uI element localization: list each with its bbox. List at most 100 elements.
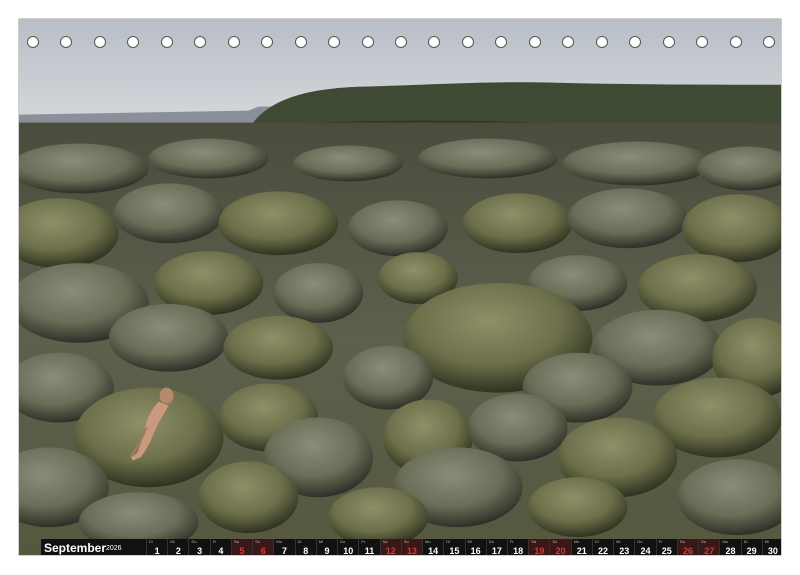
day-number: 9 [324,546,330,556]
day-number: 15 [449,546,460,556]
day-cell: Do 10 [337,539,358,556]
weekday-label: Di [446,539,451,544]
weekday-label: Do [340,539,346,544]
day-number: 7 [282,546,288,556]
binding-hole [528,36,541,48]
binding-hole [194,36,207,48]
day-number: 22 [598,546,609,556]
day-number: 17 [491,546,502,556]
day-cell: So 6 [252,539,274,555]
day-cell: Do 24 [634,539,655,556]
weekday-label: Di [297,539,302,544]
day-cell: Sa 5 [230,539,253,556]
weekday-label: Di [743,539,748,544]
binding-hole [461,36,474,48]
binding-hole [495,36,508,48]
day-cells: Di 1 Mi 2 Do 3 Fr 4 Sa 5 So 6 Mo 7 Di 8 Mi 9 Do 10 Fr 11 Sa 12 S… [146,539,781,556]
day-cell: Mo 14 [422,539,443,556]
day-cell: Do 3 [188,539,209,555]
month-label: September [44,541,107,555]
weekday-label: Mo [722,539,728,544]
day-cell: Mi 9 [315,539,337,556]
binding-hole [629,36,642,48]
weekday-label: Mi [764,539,770,544]
weekday-label: Mi [170,539,175,544]
day-number: 24 [640,546,651,556]
day-number: 28 [725,546,736,556]
binding-hole [160,36,173,48]
weekday-label: Fr [658,539,663,544]
day-cell: Sa 26 [676,539,699,555]
day-number: 12 [385,546,396,556]
weekday-label: Fr [361,539,366,544]
day-cell: Mo 28 [719,539,740,556]
weekday-label: So [701,539,706,544]
day-number: 14 [428,546,439,556]
day-number: 29 [746,546,757,556]
day-cell: Mo 21 [570,539,592,556]
day-cell: Fr 18 [506,539,528,556]
weekday-label: Do [637,539,643,544]
day-cell: Sa 12 [379,539,401,556]
weekday-label: Mi [467,539,472,544]
day-number: 8 [303,546,309,556]
binding-hole [696,36,709,48]
weekday-label: So [403,539,409,544]
binding-hole [361,36,374,48]
binding-hole [27,36,39,48]
binding-holes [19,36,781,50]
weekday-label: Fr [509,539,514,544]
binding-hole [395,36,407,48]
day-cell: Mi 30 [761,539,781,556]
weekday-label: Di [149,539,153,544]
day-number: 30 [767,546,778,556]
weekday-label: Di [594,539,599,544]
binding-hole [562,36,575,48]
year-label: 2026 [106,544,122,552]
binding-hole [93,36,106,48]
binding-hole [261,36,274,48]
day-cell: Sa 19 [528,539,550,555]
day-cell: Mi 16 [464,539,486,556]
day-number: 13 [406,546,417,556]
binding-hole [60,36,73,48]
weekday-label: Mo [425,539,431,544]
binding-hole [595,36,608,48]
binding-hole [763,36,775,48]
binding-hole [328,36,341,48]
day-cell: Do 17 [485,539,507,556]
day-number: 4 [218,546,224,556]
day-number: 16 [470,546,481,556]
day-number: 25 [661,546,672,556]
day-cell: Di 8 [294,539,316,556]
day-cell: So 27 [698,539,720,556]
weekday-label: Mi [318,539,324,544]
day-number: 5 [239,546,245,556]
weekday-label: Mi [616,539,621,544]
day-cell: Mi 2 [167,539,188,556]
day-number: 23 [619,546,630,556]
calendar-page: September 2026 Di 1 Mi 2 Do 3 Fr 4 Sa 5 So 6 Mo 7 Di 8 M… [18,18,782,556]
day-number: 10 [343,546,354,556]
landscape-photo [19,19,781,555]
binding-hole [428,36,441,48]
day-cell: Mo 7 [273,539,294,556]
weekday-label: Mo [573,539,580,544]
day-cell: Fr 11 [358,539,379,555]
day-number: 20 [555,546,566,556]
weekday-label: Sa [531,539,537,544]
day-number: 18 [513,546,524,556]
binding-hole [127,36,140,48]
binding-hole [294,36,307,48]
date-strip: September 2026 Di 1 Mi 2 Do 3 Fr 4 Sa 5 So 6 Mo 7 Di 8 M… [41,539,781,556]
binding-hole [662,36,675,48]
day-number: 27 [704,546,715,556]
day-cell: Di 29 [740,539,762,556]
day-number: 2 [175,546,181,556]
day-number: 21 [576,546,587,556]
day-cell: Fr 25 [655,539,677,556]
day-cell: Di 15 [443,539,464,556]
day-cell: So 20 [549,539,571,556]
day-cell: So 13 [400,539,423,556]
day-number: 1 [154,546,160,556]
